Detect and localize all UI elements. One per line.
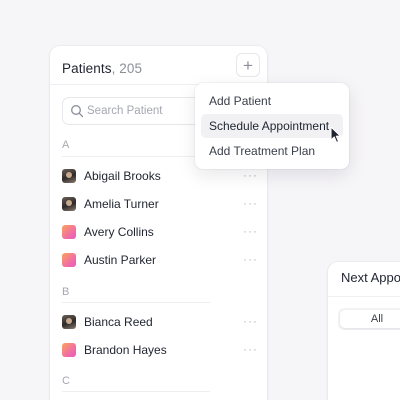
section-letter-c: C — [62, 375, 70, 387]
section-divider — [62, 391, 210, 392]
more-options-icon[interactable]: ··· — [243, 196, 258, 210]
mouse-cursor-icon — [330, 126, 342, 144]
avatar — [62, 253, 76, 267]
filter-tab-all[interactable]: All — [340, 310, 400, 328]
next-appointments-panel: Next Appointments All — [328, 262, 400, 400]
patient-name: Abigail Brooks — [84, 169, 161, 183]
patient-row-amelia-turner[interactable]: Amelia Turner ··· — [62, 193, 258, 215]
header-divider — [328, 296, 400, 297]
patient-row-avery-collins[interactable]: Avery Collins ··· — [62, 221, 258, 243]
plus-icon: + — [243, 55, 253, 75]
patient-row-austin-parker[interactable]: Austin Parker ··· — [62, 249, 258, 271]
more-options-icon[interactable]: ··· — [243, 314, 258, 328]
avatar — [62, 315, 76, 329]
section-divider — [62, 156, 210, 157]
menu-item-add-patient[interactable]: Add Patient — [201, 89, 343, 113]
more-options-icon[interactable]: ··· — [243, 168, 258, 182]
patient-name: Austin Parker — [84, 253, 157, 267]
menu-item-schedule-appointment[interactable]: Schedule Appointment — [201, 114, 343, 138]
appointment-filter-tabs: All — [338, 308, 400, 330]
patient-name: Brandon Hayes — [84, 343, 167, 357]
patient-name: Bianca Reed — [84, 315, 153, 329]
add-patient-button[interactable]: + — [236, 53, 260, 77]
patient-row-brandon-hayes[interactable]: Brandon Hayes ··· — [62, 339, 258, 361]
avatar — [62, 225, 76, 239]
avatar — [62, 343, 76, 357]
section-letter-a: A — [62, 139, 70, 151]
patients-header: Patients, 205 — [62, 58, 142, 78]
add-menu-dropdown: Add Patient Schedule Appointment Add Tre… — [195, 83, 349, 169]
avatar — [62, 169, 76, 183]
search-icon — [71, 105, 84, 118]
menu-item-add-treatment-plan[interactable]: Add Treatment Plan — [201, 139, 343, 163]
next-appointments-title: Next Appointments — [341, 270, 400, 285]
avatar — [62, 197, 76, 211]
patients-count: , 205 — [111, 60, 143, 76]
more-options-icon[interactable]: ··· — [243, 342, 258, 356]
section-letter-b: B — [62, 286, 70, 298]
patient-name: Avery Collins — [84, 225, 154, 239]
patients-title: Patients — [62, 60, 112, 76]
more-options-icon[interactable]: ··· — [243, 252, 258, 266]
more-options-icon[interactable]: ··· — [243, 224, 258, 238]
patient-name: Amelia Turner — [84, 197, 159, 211]
patient-row-bianca-reed[interactable]: Bianca Reed ··· — [62, 311, 258, 333]
section-divider — [62, 302, 210, 303]
